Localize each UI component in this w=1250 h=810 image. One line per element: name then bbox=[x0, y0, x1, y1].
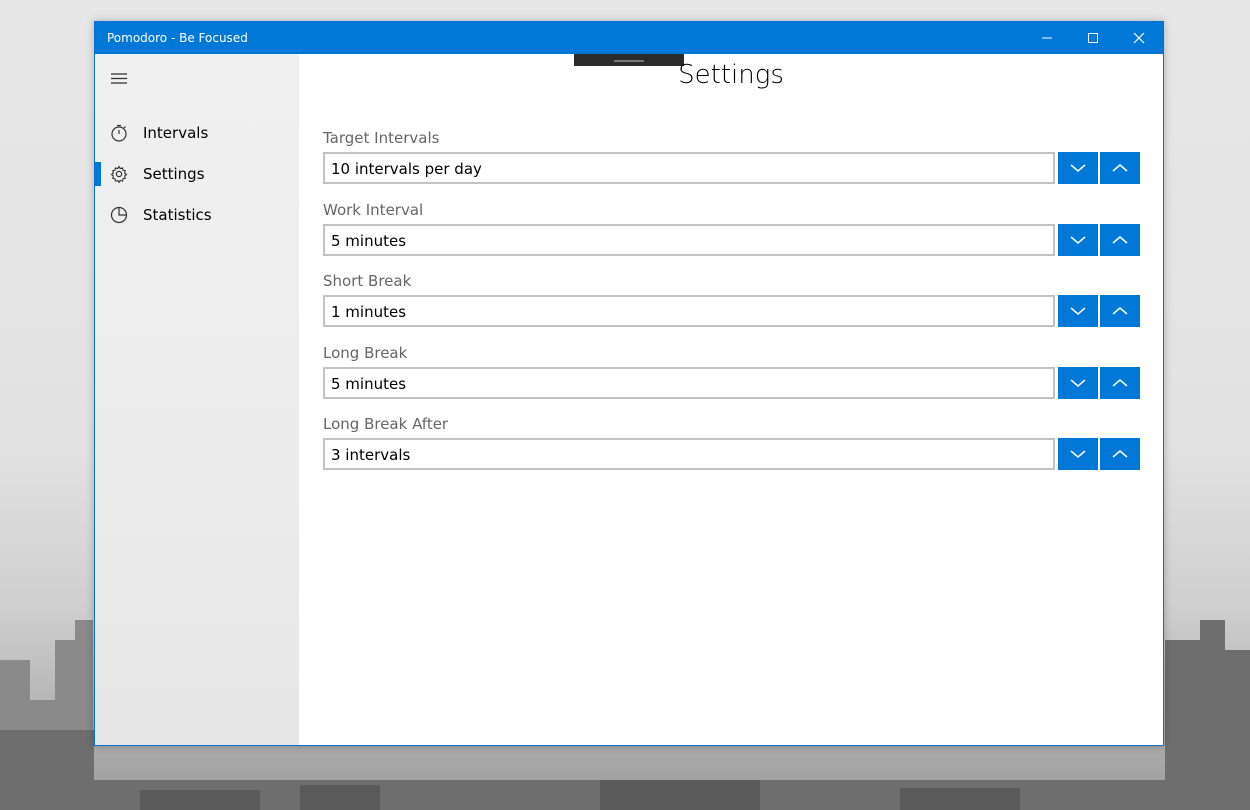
long-break-after-increment-button[interactable] bbox=[1100, 438, 1140, 470]
minimize-button[interactable] bbox=[1024, 22, 1070, 54]
work-interval-label: Work Interval bbox=[323, 201, 424, 219]
maximize-button[interactable] bbox=[1070, 22, 1116, 54]
minimize-icon bbox=[1042, 37, 1052, 39]
long-break-after-field[interactable]: 3 intervals bbox=[323, 438, 1055, 470]
work-interval-field[interactable]: 5 minutes bbox=[323, 224, 1055, 256]
title-bar[interactable]: Pomodoro - Be Focused bbox=[95, 22, 1163, 54]
target-intervals-field[interactable]: 10 intervals per day bbox=[323, 152, 1055, 184]
target-intervals-increment-button[interactable] bbox=[1100, 152, 1140, 184]
sidebar-item-label: Intervals bbox=[143, 124, 209, 142]
chevron-down-icon bbox=[1070, 236, 1086, 244]
chevron-up-icon bbox=[1112, 307, 1128, 315]
stopwatch-icon bbox=[111, 124, 127, 142]
target-intervals-decrement-button[interactable] bbox=[1058, 152, 1098, 184]
long-break-after-label: Long Break After bbox=[323, 415, 449, 433]
sidebar-item-statistics[interactable]: Statistics bbox=[95, 196, 299, 234]
sidebar-item-intervals[interactable]: Intervals bbox=[95, 114, 299, 152]
work-interval-increment-button[interactable] bbox=[1100, 224, 1140, 256]
short-break-decrement-button[interactable] bbox=[1058, 295, 1098, 327]
chevron-up-icon bbox=[1112, 236, 1128, 244]
long-break-label: Long Break bbox=[323, 344, 408, 362]
short-break-increment-button[interactable] bbox=[1100, 295, 1140, 327]
long-break-after-decrement-button[interactable] bbox=[1058, 438, 1098, 470]
long-break-increment-button[interactable] bbox=[1100, 367, 1140, 399]
maximize-icon bbox=[1088, 33, 1098, 43]
target-intervals-label: Target Intervals bbox=[323, 129, 440, 147]
chevron-up-icon bbox=[1112, 164, 1128, 172]
sidebar-item-settings[interactable]: Settings bbox=[95, 155, 299, 193]
page-title: Settings bbox=[678, 60, 784, 90]
work-interval-decrement-button[interactable] bbox=[1058, 224, 1098, 256]
chevron-up-icon bbox=[1112, 450, 1128, 458]
gear-icon bbox=[110, 165, 128, 183]
long-break-decrement-button[interactable] bbox=[1058, 367, 1098, 399]
chevron-down-icon bbox=[1070, 450, 1086, 458]
close-icon bbox=[1133, 32, 1145, 44]
sidebar-item-label: Statistics bbox=[143, 206, 212, 224]
close-button[interactable] bbox=[1116, 22, 1162, 54]
sidebar: Intervals Settings Statistics bbox=[95, 54, 299, 745]
hamburger-icon[interactable] bbox=[110, 72, 130, 86]
chevron-down-icon bbox=[1070, 379, 1086, 387]
settings-page: Settings Target Intervals 10 intervals p… bbox=[299, 54, 1163, 745]
app-window: Pomodoro - Be Focused Intervals Settings… bbox=[94, 21, 1164, 746]
selection-indicator bbox=[95, 162, 101, 186]
pie-chart-icon bbox=[110, 206, 128, 224]
short-break-label: Short Break bbox=[323, 272, 412, 290]
chevron-up-icon bbox=[1112, 379, 1128, 387]
long-break-field[interactable]: 5 minutes bbox=[323, 367, 1055, 399]
sidebar-item-label: Settings bbox=[143, 165, 205, 183]
chevron-down-icon bbox=[1070, 164, 1086, 172]
window-title: Pomodoro - Be Focused bbox=[107, 31, 248, 45]
short-break-field[interactable]: 1 minutes bbox=[323, 295, 1055, 327]
chevron-down-icon bbox=[1070, 307, 1086, 315]
